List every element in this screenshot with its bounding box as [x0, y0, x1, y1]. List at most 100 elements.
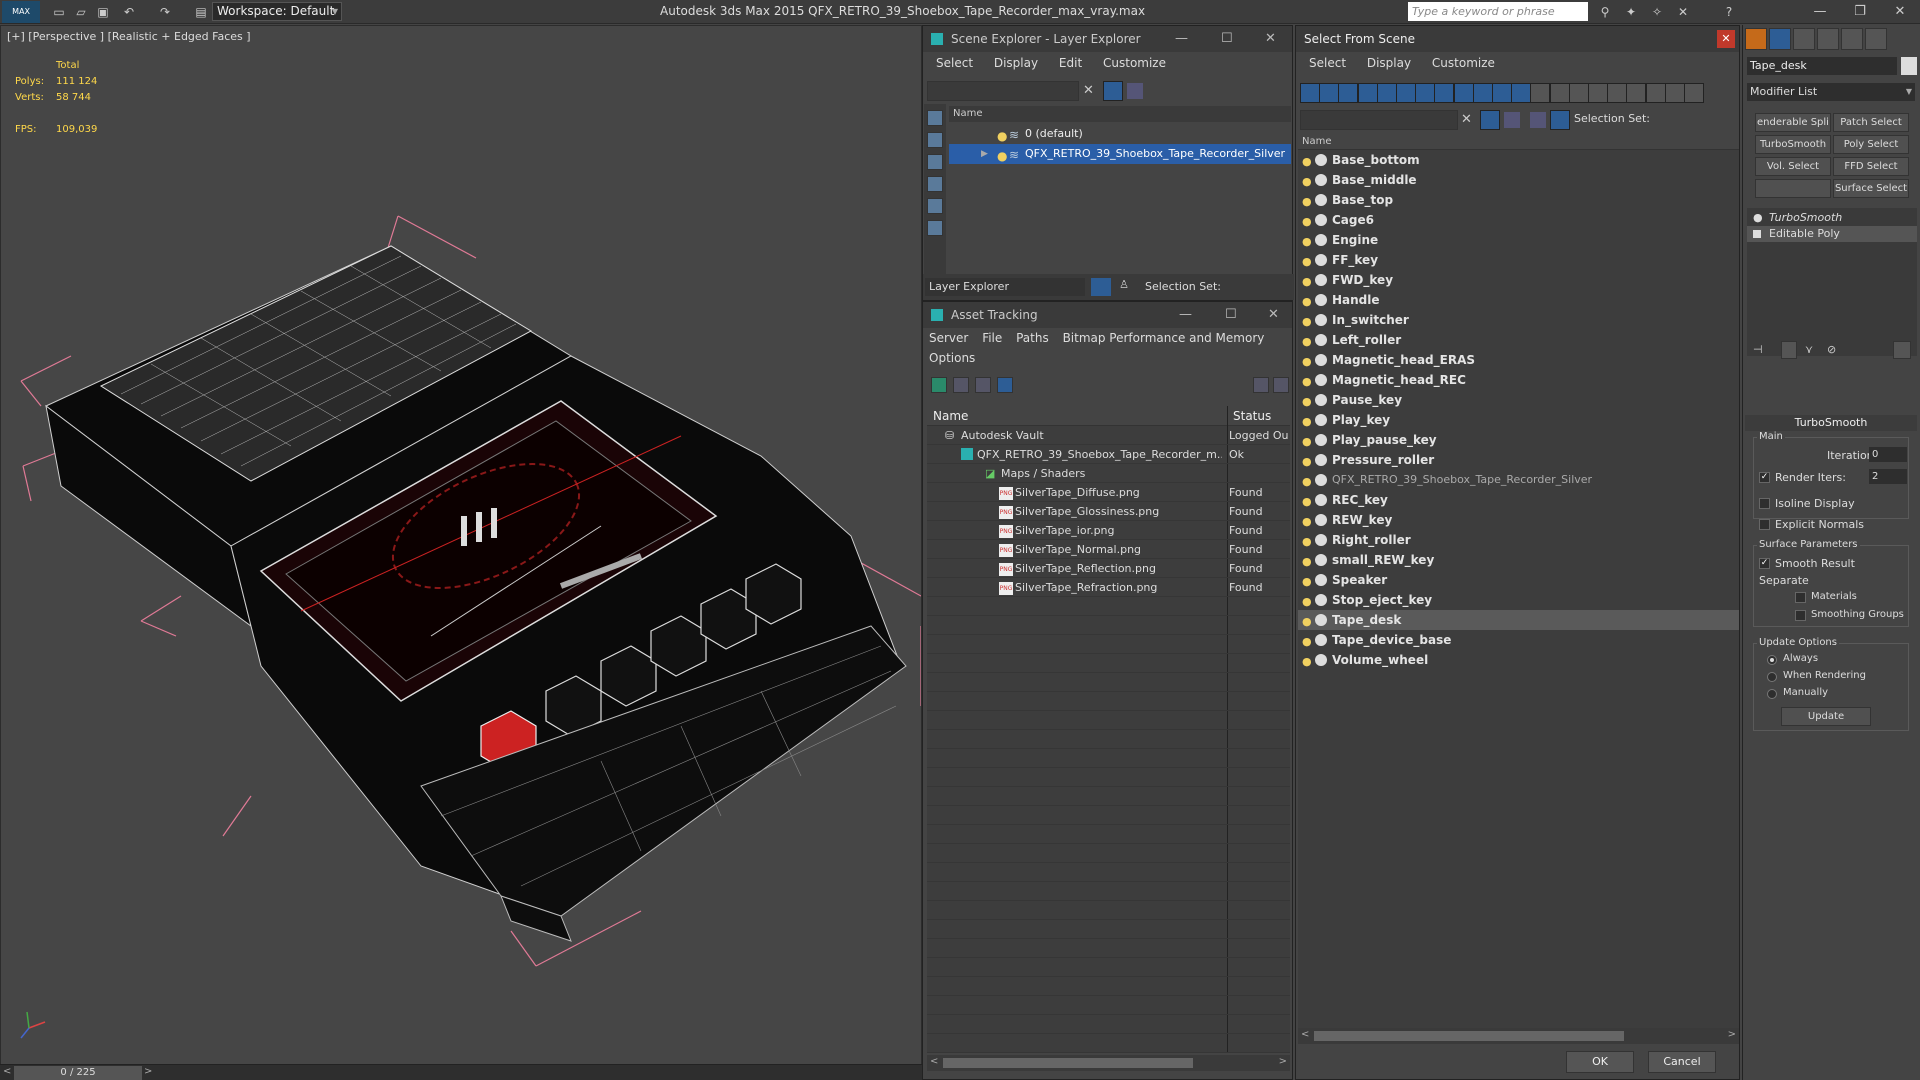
make-unique-icon[interactable]: ⋎ — [1805, 343, 1813, 356]
layer-mode-icon[interactable] — [1530, 112, 1546, 128]
time-slider-thumb[interactable]: 0 / 225 — [14, 1066, 142, 1080]
column-status[interactable]: Status — [1233, 406, 1271, 426]
object-row[interactable]: ● Pause_key — [1298, 390, 1739, 410]
shapes-filter-icon[interactable] — [1319, 83, 1340, 103]
object-row[interactable]: ● Handle — [1298, 290, 1739, 310]
stack-item-editable-poly[interactable]: Editable Poly — [1747, 226, 1917, 242]
lights-filter-icon[interactable] — [927, 154, 943, 170]
menu-display[interactable]: Display — [1367, 56, 1411, 70]
object-row[interactable]: ● FWD_key — [1298, 270, 1739, 290]
object-row[interactable]: ● Base_bottom — [1298, 150, 1739, 170]
binoculars-icon[interactable]: ⚲ — [1596, 3, 1614, 21]
bulb-icon[interactable]: ● — [1302, 632, 1312, 652]
thumbnail-icon[interactable] — [975, 377, 991, 393]
bulb-icon[interactable]: ● — [997, 126, 1007, 146]
object-row[interactable]: ● Base_top — [1298, 190, 1739, 210]
tools-icon[interactable]: ✦ — [1622, 3, 1640, 21]
subscription-icon[interactable]: ✧ — [1648, 3, 1666, 21]
scene-explorer-column-name[interactable]: Name — [949, 106, 1291, 122]
bulb-icon[interactable]: ● — [1302, 532, 1312, 552]
iterations-spinner[interactable]: 0 — [1869, 447, 1907, 462]
settings-icon[interactable] — [1273, 377, 1289, 393]
layer-row-default[interactable]: ● ≋ 0 (default) — [949, 124, 1291, 144]
object-row[interactable]: ● QFX_RETRO_39_Shoebox_Tape_Recorder_Silv… — [1298, 470, 1739, 490]
minimize-button[interactable]: — — [1800, 2, 1840, 22]
object-row[interactable]: ● Stop_eject_key — [1298, 590, 1739, 610]
poly-select-button[interactable]: Poly Select — [1833, 135, 1909, 154]
communication-icon[interactable]: ✕ — [1674, 3, 1692, 21]
cancel-button[interactable]: Cancel — [1648, 1051, 1716, 1073]
xrefs-filter-icon[interactable] — [1434, 83, 1455, 103]
table-row[interactable]: PNG SilverTape_Refraction.png Found — [927, 578, 1290, 597]
stack-item-turbosmooth[interactable]: ● TurboSmooth — [1747, 210, 1917, 226]
always-radio[interactable] — [1767, 655, 1777, 665]
bulb-icon[interactable]: ● — [1302, 572, 1312, 592]
bulb-icon[interactable]: ● — [1302, 312, 1312, 332]
close-button[interactable]: ✕ — [1880, 2, 1920, 22]
table-row[interactable]: QFX_RETRO_39_Shoebox_Tape_Recorder_m... … — [927, 445, 1290, 464]
bulb-icon[interactable]: ● — [1302, 252, 1312, 272]
geometry-filter-icon[interactable] — [927, 110, 943, 126]
viewport-label[interactable]: [+] [Perspective ] [Realistic + Edged Fa… — [7, 30, 251, 43]
render-iters-spinner[interactable]: 2 — [1869, 469, 1907, 484]
clear-search-icon[interactable]: ✕ — [1083, 83, 1094, 98]
menu-options[interactable]: Options — [929, 351, 975, 365]
select-all-filter-icon[interactable] — [1588, 83, 1608, 103]
open-file-icon[interactable]: ▱ — [72, 3, 90, 21]
horizontal-scrollbar[interactable]: < > — [927, 1055, 1290, 1071]
save-icon[interactable]: ▣ — [94, 3, 112, 21]
scene-explorer-titlebar[interactable]: Scene Explorer - Layer Explorer — ☐ ✕ — [923, 26, 1292, 52]
patch-select-button[interactable]: Patch Select — [1833, 113, 1909, 132]
workspace-dropdown[interactable]: Workspace: Default ▼ — [212, 2, 342, 21]
invert-display-filter-icon[interactable] — [1568, 83, 1589, 103]
scrollbar-thumb[interactable] — [1314, 1031, 1624, 1041]
manually-radio[interactable] — [1767, 689, 1777, 699]
menu-select[interactable]: Select — [936, 56, 973, 70]
object-row[interactable]: ● Play_pause_key — [1298, 430, 1739, 450]
sort-filter-icon[interactable] — [1645, 83, 1666, 103]
table-row[interactable]: PNG SilverTape_Glossiness.png Found — [927, 502, 1290, 521]
display-all-filter-icon[interactable] — [1530, 83, 1551, 103]
bulb-icon[interactable]: ● — [1302, 512, 1312, 532]
object-row[interactable]: ● FF_key — [1298, 250, 1739, 270]
isoline-display-checkbox[interactable] — [1759, 498, 1770, 509]
maximize-icon[interactable]: ☐ — [1221, 26, 1233, 52]
bulb-icon[interactable]: ● — [1302, 352, 1312, 372]
layer-row-tape-recorder[interactable]: ▶ ● ≋ QFX_RETRO_39_Shoebox_Tape_Recorder… — [949, 144, 1291, 164]
expand-arrow-icon[interactable]: ▶ — [981, 144, 988, 164]
hierarchy-tab-icon[interactable] — [1793, 28, 1815, 50]
collapse-filter-icon[interactable] — [1684, 83, 1704, 103]
scroll-left-icon[interactable]: < — [930, 1056, 938, 1067]
pin-stack-icon[interactable]: ⊣ — [1753, 343, 1763, 356]
table-row[interactable]: PNG SilverTape_Normal.png Found — [927, 540, 1290, 559]
hierarchy-mode-icon[interactable] — [1550, 110, 1570, 130]
frozen-filter-icon[interactable] — [1492, 83, 1512, 103]
update-button[interactable]: Update — [1781, 707, 1871, 726]
space-warps-filter-icon[interactable] — [1396, 83, 1416, 103]
remove-modifier-icon[interactable]: ⊘ — [1827, 343, 1836, 356]
when-rendering-radio[interactable] — [1767, 672, 1777, 682]
select-search-input[interactable] — [1300, 110, 1458, 130]
object-row[interactable]: ● Speaker — [1298, 570, 1739, 590]
bulb-icon[interactable]: ● — [1302, 472, 1312, 492]
maximize-button[interactable]: ❐ — [1840, 2, 1880, 22]
help-icon[interactable]: ? — [1720, 3, 1738, 21]
cameras-filter-icon[interactable] — [1357, 83, 1378, 103]
menu-display[interactable]: Display — [994, 56, 1038, 70]
undo-icon[interactable]: ↶ — [120, 3, 138, 21]
menu-customize[interactable]: Customize — [1103, 56, 1166, 70]
refresh-icon[interactable] — [931, 377, 947, 393]
object-name-field[interactable]: Tape_desk — [1747, 57, 1897, 75]
show-end-result-icon[interactable] — [1781, 341, 1797, 359]
object-color-swatch[interactable] — [1901, 57, 1917, 75]
search-input[interactable]: Type a keyword or phrase — [1408, 2, 1588, 21]
help-icon[interactable] — [1253, 377, 1269, 393]
display-tab-icon[interactable] — [1841, 28, 1863, 50]
object-row[interactable]: ● Cage6 — [1298, 210, 1739, 230]
turbosmooth-rollout-title[interactable]: TurboSmooth — [1745, 415, 1917, 431]
layer-tool-icon[interactable] — [1127, 83, 1143, 99]
explorer-type-dropdown[interactable]: Layer Explorer — [925, 278, 1085, 296]
object-row[interactable]: ● Tape_desk — [1298, 610, 1739, 630]
cameras-filter-icon[interactable] — [927, 176, 943, 192]
layer-tool-icon[interactable] — [1504, 112, 1520, 128]
